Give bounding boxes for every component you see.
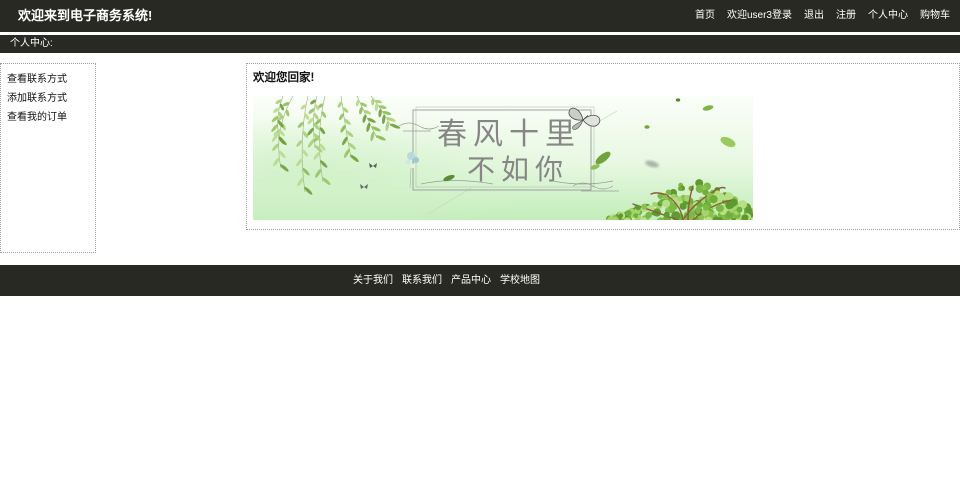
footer-link-campus-map[interactable]: 学校地图: [500, 265, 540, 296]
nav-home-link[interactable]: 首页: [695, 9, 715, 23]
welcome-banner-image: 春风十里 不如你: [253, 96, 753, 220]
sidebar-item-add-contact[interactable]: 添加联系方式: [7, 89, 95, 108]
banner-calligraphy-line2: 不如你: [467, 153, 569, 186]
section-title: 个人中心:: [10, 38, 53, 49]
tree-foliage: [662, 199, 671, 208]
main-panel: 欢迎您回家! 春风十里 不如你: [246, 63, 960, 230]
tree-foliage: [641, 203, 648, 210]
blue-flower-part: [405, 159, 411, 165]
footer-link-products[interactable]: 产品中心: [451, 265, 491, 296]
tree-foliage: [724, 192, 734, 201]
tree-foliage: [663, 211, 670, 218]
sidebar-item-view-contacts[interactable]: 查看联系方式: [7, 70, 95, 89]
tree-foliage: [670, 194, 676, 199]
tree-foliage: [709, 195, 718, 204]
tree-foliage: [696, 206, 701, 211]
page: 欢迎来到电子商务系统! 首页 欢迎user3登录 退出 注册 个人中心 购物车 …: [0, 0, 960, 479]
nav-cart-link[interactable]: 购物车: [920, 9, 950, 23]
tree-foliage: [625, 210, 632, 217]
falling-leaves-part: [644, 125, 650, 129]
tree-foliage: [677, 196, 683, 202]
footer-bar: 关于我们 联系我们 产品中心 学校地图: [0, 265, 960, 296]
blue-flower-part: [413, 157, 419, 163]
blue-flower-part: [411, 164, 415, 168]
welcome-heading: 欢迎您回家!: [253, 72, 315, 84]
welcome-user-text: 欢迎user3登录: [726, 10, 792, 21]
top-nav-links: 首页 欢迎user3登录 退出 注册 个人中心 购物车: [695, 0, 950, 32]
tree-foliage: [701, 184, 707, 191]
sidebar-menu: 查看联系方式 添加联系方式 查看我的订单: [0, 63, 96, 253]
sidebar-item-my-orders[interactable]: 查看我的订单: [7, 108, 95, 127]
tree-foliage: [702, 204, 710, 211]
tree-foliage: [663, 194, 668, 200]
tree-foliage: [635, 205, 641, 211]
footer-links: 关于我们 联系我们 产品中心 学校地图: [353, 265, 540, 296]
tree-foliage: [677, 186, 683, 191]
tree-foliage: [745, 206, 753, 214]
tree-foliage: [715, 204, 724, 213]
section-bar: 个人中心:: [0, 35, 960, 53]
footer-link-about[interactable]: 关于我们: [353, 265, 393, 296]
tree-foliage: [729, 208, 734, 213]
tree-foliage: [736, 206, 743, 213]
nav-logout-link[interactable]: 退出: [804, 9, 824, 23]
tree-foliage: [633, 213, 639, 219]
nav-register-link[interactable]: 注册: [836, 9, 856, 23]
footer-link-contact[interactable]: 联系我们: [402, 265, 442, 296]
tree-foliage: [704, 189, 709, 195]
tree-foliage: [646, 212, 652, 218]
nav-profile-link[interactable]: 个人中心: [868, 9, 908, 23]
falling-leaves-part: [675, 98, 681, 102]
tree-foliage: [679, 202, 687, 210]
banner-calligraphy-line1: 春风十里: [437, 117, 581, 152]
site-title: 欢迎来到电子商务系统!: [18, 8, 153, 23]
top-navbar: 欢迎来到电子商务系统! 首页 欢迎user3登录 退出 注册 个人中心 购物车: [0, 0, 960, 32]
